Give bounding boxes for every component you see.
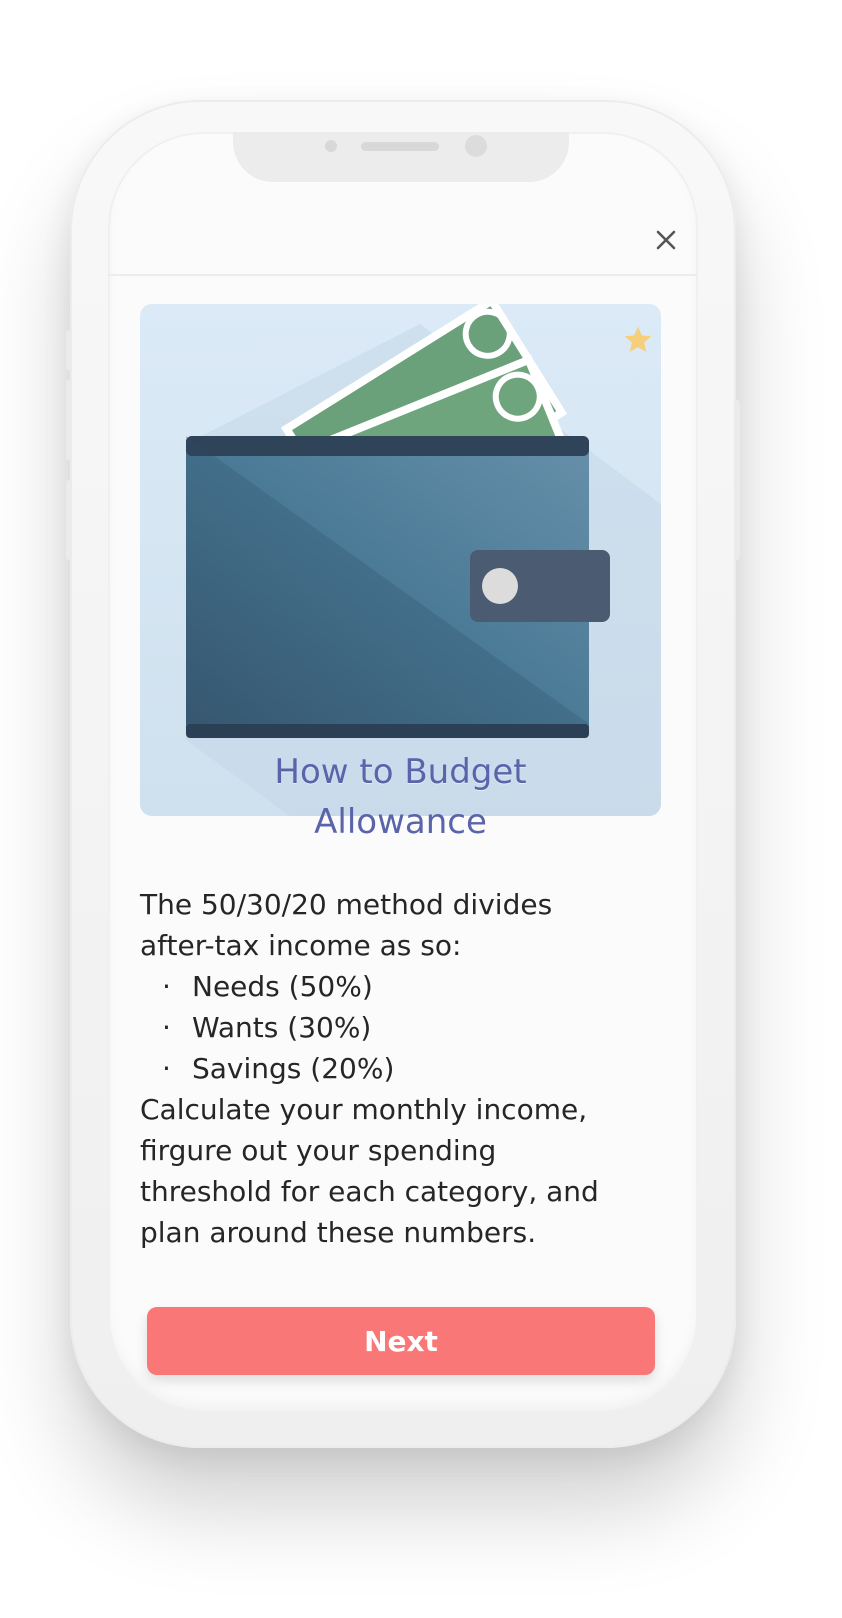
hero-image: [140, 304, 661, 816]
bullet-dot: ·: [162, 1052, 171, 1085]
outro-line-3: threshold for each category, and: [140, 1175, 599, 1208]
volume-button-top: [66, 330, 72, 370]
notch: [233, 132, 569, 182]
bullet-dot: ·: [162, 1011, 171, 1044]
title-line-2: Allowance: [314, 802, 487, 842]
list-item: · Wants (30%): [140, 1007, 680, 1048]
intro-paragraph: The 50/30/20 method divides after-tax in…: [140, 884, 680, 966]
volume-button-middle: [66, 380, 72, 460]
list-item-label: Wants (30%): [192, 1011, 372, 1044]
intro-line-2: after-tax income as so:: [140, 929, 462, 962]
next-button[interactable]: Next: [147, 1307, 655, 1375]
list-item: · Savings (20%): [140, 1048, 680, 1089]
header-divider: [108, 274, 698, 276]
volume-button-bottom: [66, 480, 72, 560]
outro-line-1: Calculate your monthly income,: [140, 1093, 588, 1126]
article-title: How to Budget Allowance: [140, 747, 661, 847]
power-button: [734, 400, 740, 560]
speaker-grille: [361, 142, 439, 151]
outro-paragraph: Calculate your monthly income, firgure o…: [140, 1089, 680, 1253]
close-icon: [656, 230, 676, 250]
outro-line-2: firgure out your spending: [140, 1134, 497, 1167]
article-body: The 50/30/20 method divides after-tax in…: [140, 884, 680, 1253]
wallet-with-money-illustration: [186, 304, 661, 816]
list-item: · Needs (50%): [140, 966, 680, 1007]
intro-line-1: The 50/30/20 method divides: [140, 888, 553, 921]
phone-screen: How to Budget Allowance The 50/30/20 met…: [108, 132, 698, 1412]
list-item-label: Savings (20%): [192, 1052, 395, 1085]
next-button-label: Next: [364, 1324, 438, 1358]
outro-line-4: plan around these numbers.: [140, 1216, 537, 1249]
close-button[interactable]: [648, 222, 684, 258]
title-line-1: How to Budget: [274, 752, 527, 792]
budget-breakdown-list: · Needs (50%) · Wants (30%) · Savings (20%): [140, 966, 680, 1089]
star-icon: [624, 326, 652, 352]
sensor-dot: [325, 140, 337, 152]
bullet-dot: ·: [162, 970, 171, 1003]
list-item-label: Needs (50%): [192, 970, 373, 1003]
front-camera: [465, 135, 487, 157]
stage: How to Budget Allowance The 50/30/20 met…: [0, 0, 842, 1618]
